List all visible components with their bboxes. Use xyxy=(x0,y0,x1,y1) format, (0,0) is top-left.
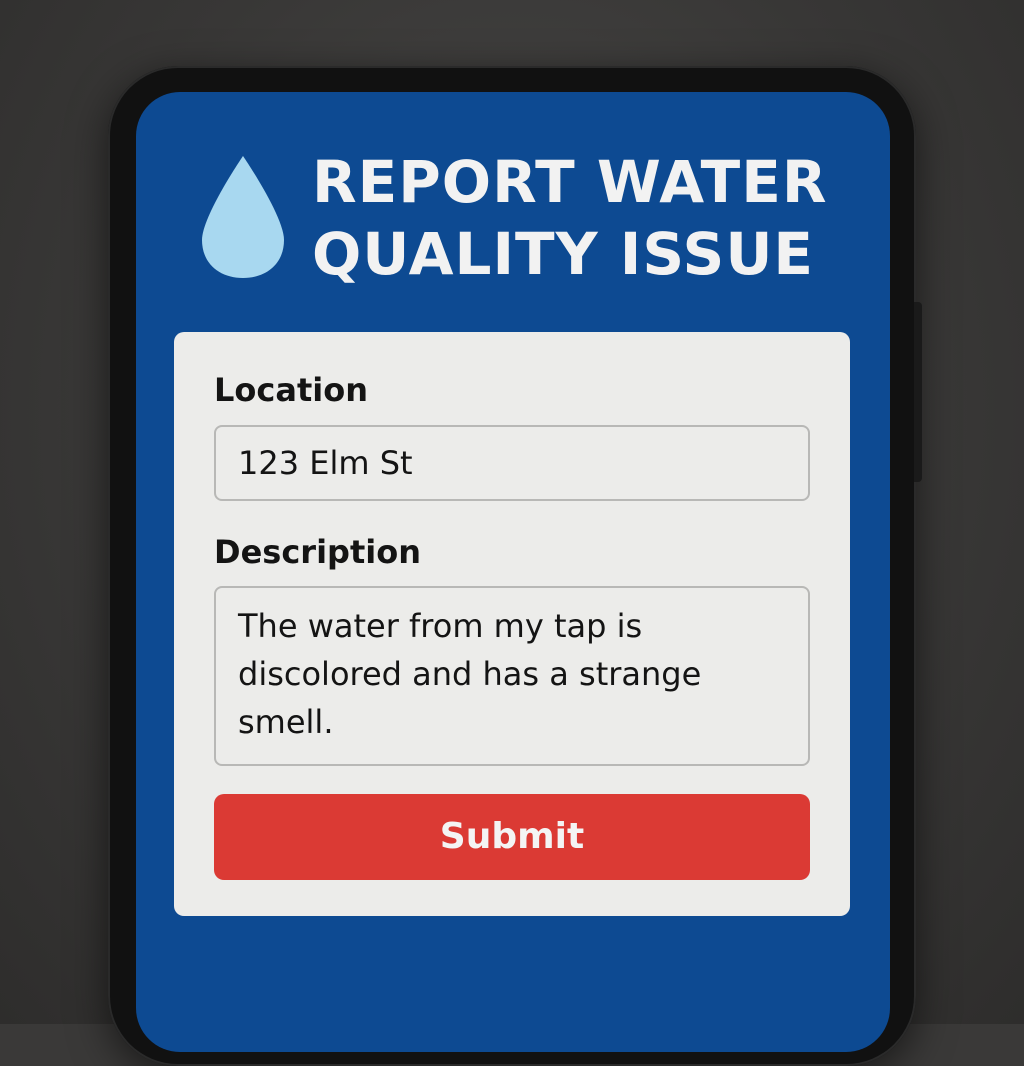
location-input[interactable]: 123 Elm St xyxy=(214,425,810,501)
submit-button[interactable]: Submit xyxy=(214,794,810,880)
description-textarea[interactable]: The water from my tap is discolored and … xyxy=(214,586,810,766)
water-drop-icon xyxy=(202,156,284,278)
app-screen: REPORT WATER QUALITY ISSUE Location 123 … xyxy=(136,92,890,1052)
page-title: REPORT WATER QUALITY ISSUE xyxy=(312,148,828,288)
phone-side-button xyxy=(914,302,922,482)
location-label: Location xyxy=(214,371,368,409)
app-header: REPORT WATER QUALITY ISSUE xyxy=(136,92,890,312)
description-label: Description xyxy=(214,533,421,571)
report-form-card: Location 123 Elm St Description The wate… xyxy=(174,332,850,916)
